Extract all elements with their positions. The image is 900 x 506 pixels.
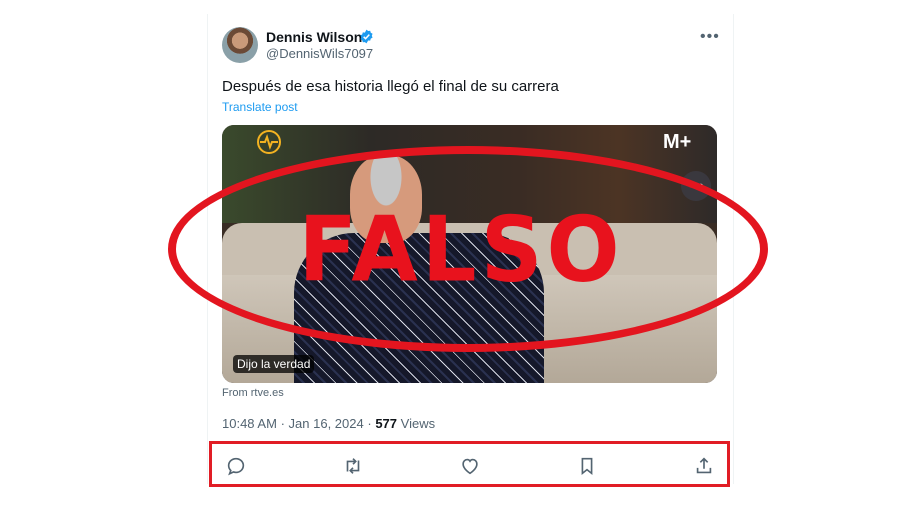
channel-logo: M+ (663, 131, 692, 153)
meta-separator: · (367, 416, 372, 431)
actions-highlight-box (209, 441, 730, 487)
views-count: 577 (375, 416, 398, 431)
tweet-text: Después de esa historia llegó el final d… (222, 78, 559, 95)
show-logo-icon (252, 129, 286, 155)
tweet-time[interactable]: 10:48 AM (222, 416, 277, 431)
falso-stamp-text: FALSO (298, 197, 624, 303)
views-label: Views (400, 416, 436, 431)
verified-badge-icon (360, 29, 373, 44)
meta-separator: · (280, 416, 285, 431)
media-caption: Dijo la verdad (233, 355, 315, 373)
author-name[interactable]: Dennis Wilson (266, 29, 362, 45)
avatar[interactable] (222, 27, 258, 63)
translate-post-link[interactable]: Translate post (222, 100, 298, 114)
author-handle[interactable]: @DennisWils7097 (266, 46, 373, 61)
tweet-meta: 10:48 AM · Jan 16, 2024 · 577 Views (222, 416, 435, 431)
media-source[interactable]: From rtve.es (222, 387, 284, 399)
more-options-icon[interactable]: ••• (700, 28, 720, 46)
tweet-date[interactable]: Jan 16, 2024 (289, 416, 364, 431)
